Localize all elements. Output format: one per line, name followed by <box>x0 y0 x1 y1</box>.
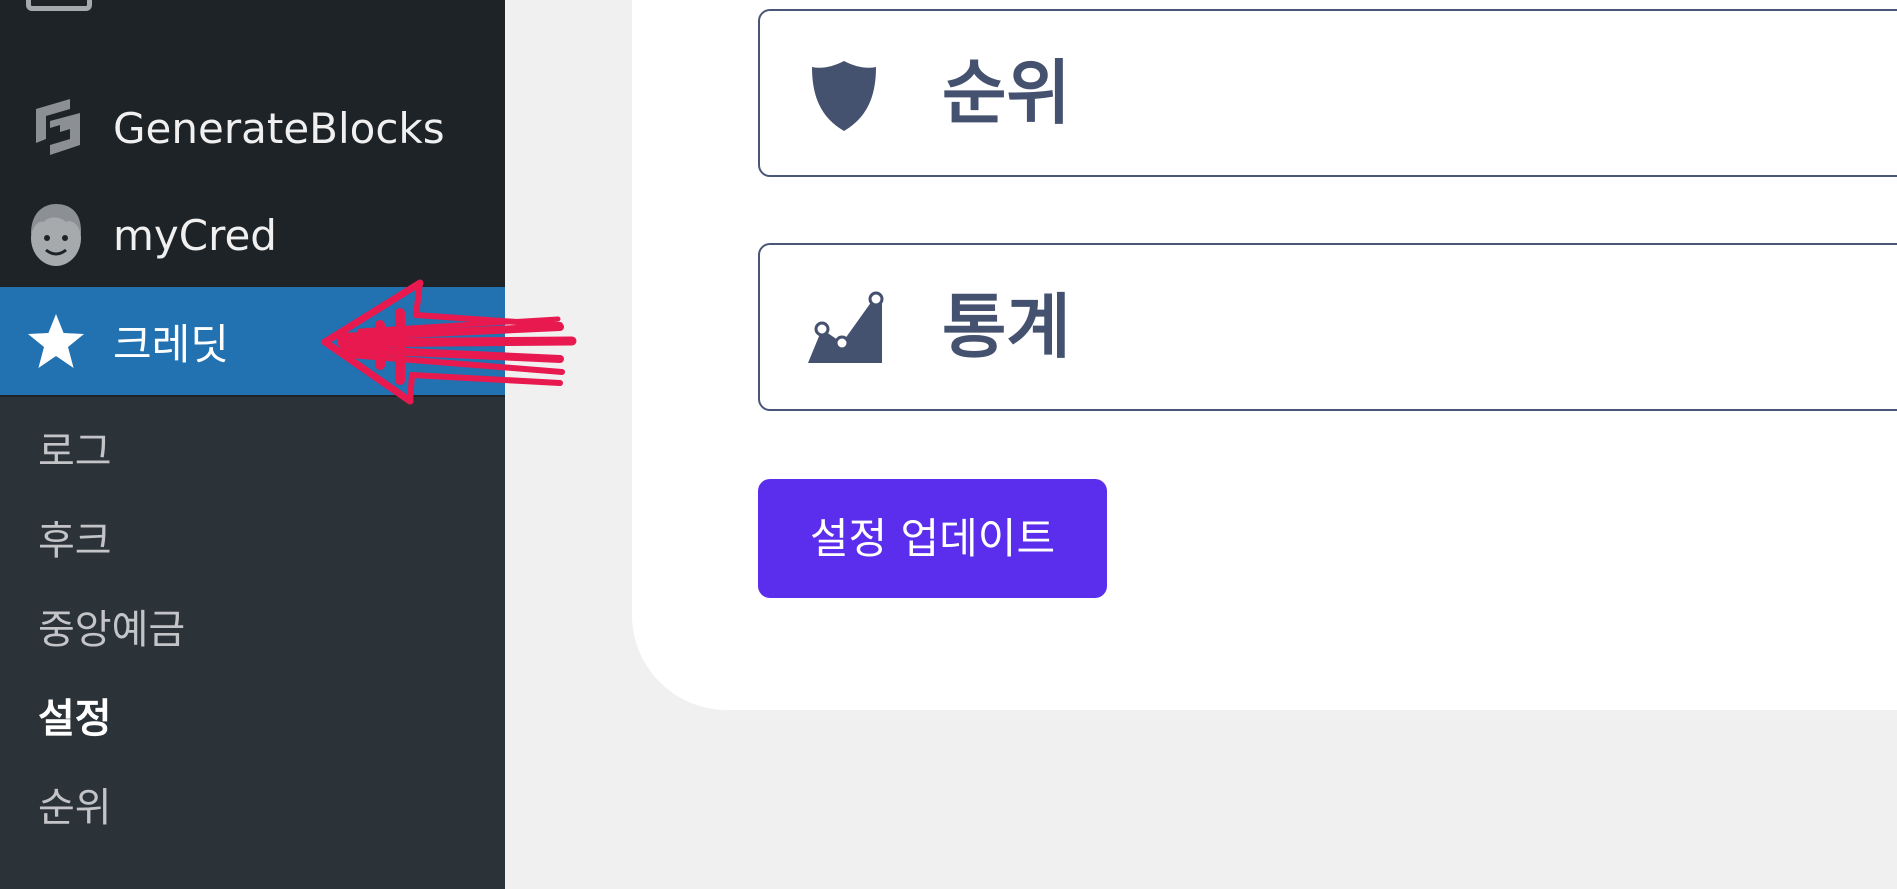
admin-sidebar: GenerateBlocks myCred 크레딧 로그 후크 중앙예금 설정 … <box>0 0 505 889</box>
cropped-menu-icon <box>26 0 92 11</box>
section-title: 통계 <box>942 286 1071 368</box>
shield-icon <box>804 55 884 135</box>
submenu-item-hooks[interactable]: 후크 <box>38 511 112 571</box>
menu-label: GenerateBlocks <box>113 103 445 153</box>
menu-label: 크레딧 <box>113 319 229 369</box>
section-statistics[interactable]: 통계 <box>758 243 1897 411</box>
section-title: 순위 <box>942 52 1071 134</box>
section-ranks[interactable]: 순위 <box>758 9 1897 177</box>
menu-item-generateblocks[interactable]: GenerateBlocks <box>0 74 505 182</box>
generateblocks-logo-icon <box>26 98 86 158</box>
chart-area-icon <box>804 289 884 369</box>
update-settings-button[interactable]: 설정 업데이트 <box>758 479 1107 598</box>
red-arrow-annotation <box>321 279 577 405</box>
submenu-item-settings[interactable]: 설정 <box>38 689 112 749</box>
menu-label: myCred <box>113 210 277 260</box>
submenu-item-ranks[interactable]: 순위 <box>38 778 112 838</box>
menu-item-mycred[interactable]: myCred <box>0 181 505 289</box>
submenu-item-central-deposit[interactable]: 중앙예금 <box>38 600 185 660</box>
submenu-item-log[interactable]: 로그 <box>38 422 112 482</box>
star-icon <box>26 311 86 371</box>
submenu: 로그 후크 중앙예금 설정 순위 <box>0 397 505 889</box>
mycred-face-icon <box>26 204 86 266</box>
